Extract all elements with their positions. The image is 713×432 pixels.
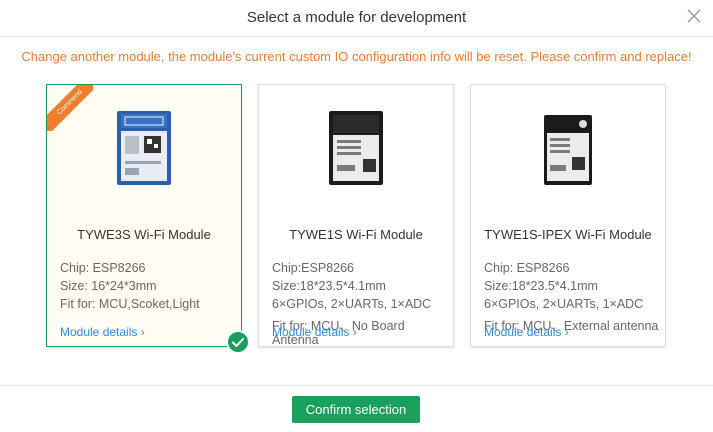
warning-message: Change another module, the module's curr…	[21, 49, 692, 64]
module-name: TYWE3S Wi-Fi Module	[77, 227, 211, 242]
module-details-link[interactable]: Module details ›	[484, 325, 569, 339]
module-name: TYWE1S Wi-Fi Module	[289, 227, 423, 242]
chip-spec: Chip: ESP8266	[60, 261, 146, 275]
ribbon-label: Commend	[47, 85, 93, 131]
check-icon	[232, 338, 244, 347]
recommend-ribbon: Commend	[47, 85, 93, 131]
dialog-header: Select a module for development	[0, 0, 713, 37]
close-icon[interactable]	[687, 9, 701, 23]
size-spec: Size: 16*24*3mm	[60, 279, 157, 293]
module-image	[329, 111, 383, 185]
dialog-title: Select a module for development	[246, 9, 467, 26]
size-spec: Size:18*23.5*4.1mm	[484, 279, 598, 293]
module-card-tywe1s[interactable]: TYWE1S Wi-Fi Module Chip:ESP8266 Size:18…	[258, 84, 454, 347]
module-card-tywe3s[interactable]: Commend TYWE3S Wi-Fi Module Chip: ESP826…	[46, 84, 242, 347]
chip-spec: Chip: ESP8266	[484, 261, 570, 275]
module-card-tywe1s-ipex[interactable]: TYWE1S-IPEX Wi-Fi Module Chip: ESP8266 S…	[470, 84, 666, 347]
module-details-link[interactable]: Module details ›	[272, 325, 357, 339]
fit-spec: Fit for: MCU,Scoket,Light	[60, 297, 200, 311]
dialog-footer: Confirm selection	[0, 385, 713, 432]
module-details-link[interactable]: Module details ›	[60, 325, 145, 339]
io-spec: 6×GPIOs, 2×UARTs, 1×ADC	[272, 297, 432, 311]
chip-spec: Chip:ESP8266	[272, 261, 355, 275]
selected-check-icon	[226, 330, 250, 354]
size-spec: Size:18*23.5*4.1mm	[272, 279, 386, 293]
module-name: TYWE1S-IPEX Wi-Fi Module	[484, 227, 652, 242]
confirm-selection-button[interactable]: Confirm selection	[292, 396, 420, 423]
module-image	[117, 111, 171, 185]
io-spec: 6×GPIOs, 2×UARTs, 1×ADC	[484, 297, 644, 311]
module-image	[544, 115, 592, 185]
